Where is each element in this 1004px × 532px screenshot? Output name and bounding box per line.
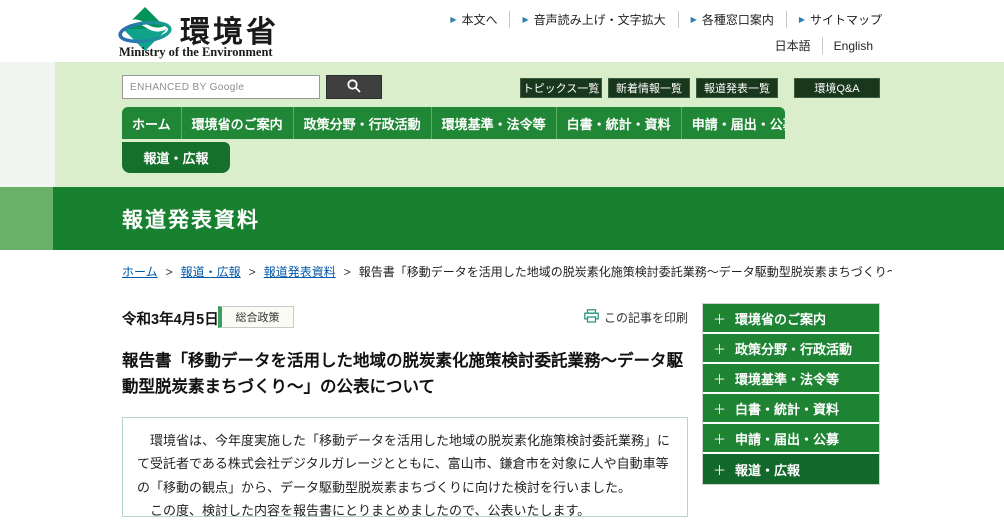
page-banner-left-strip — [0, 187, 53, 250]
nav-item-applications[interactable]: 申請・届出・公募 — [681, 107, 785, 139]
sidebar-item-label: 白書・統計・資料 — [735, 399, 839, 418]
sidebar-item-label: 報道・広報 — [735, 460, 800, 479]
arrow-right-icon: ▶ — [799, 15, 805, 24]
page-title: 報道発表資料 — [122, 187, 260, 250]
printer-icon — [584, 309, 604, 326]
environment-qa-button[interactable]: 環境Q&A — [794, 78, 880, 98]
nav-item-standards[interactable]: 環境基準・法令等 — [431, 107, 556, 139]
plus-icon: ＋ — [713, 429, 726, 448]
arrow-right-icon: ▶ — [522, 15, 528, 24]
breadcrumb-current-page: 報告書「移動データを活用した地域の脱炭素化施策検討委託業務〜データ駆動型脱炭素ま… — [359, 263, 892, 280]
arrow-right-icon: ▶ — [691, 15, 697, 24]
utility-link-label: 本文へ — [461, 11, 497, 28]
quick-links: トピックス一覧 新着情報一覧 報道発表一覧 環境Q&A — [520, 78, 880, 98]
article-meta-row: 令和3年4月5日 総合政策 この記事を印刷 — [122, 306, 688, 332]
sidebar-item-label: 政策分野・行政活動 — [735, 339, 852, 358]
search-icon — [346, 78, 362, 97]
print-article-link[interactable]: この記事を印刷 — [584, 309, 688, 326]
global-nav: ホーム 環境省のご案内 政策分野・行政活動 環境基準・法令等 白書・統計・資料 … — [122, 107, 785, 139]
category-badge[interactable]: 総合政策 — [218, 306, 294, 328]
utility-links: ▶ 本文へ ▶ 音声読み上げ・文字拡大 ▶ 各種窓口案内 ▶ サイトマップ — [438, 11, 882, 28]
nav-item-home[interactable]: ホーム — [122, 107, 181, 139]
sidebar-item-label: 環境省のご案内 — [735, 309, 826, 328]
article-title: 報告書「移動データを活用した地域の脱炭素化施策検討委託業務〜データ駆動型脱炭素ま… — [122, 349, 692, 400]
breadcrumb-press[interactable]: 報道・広報 — [181, 263, 241, 280]
sidebar-item-about[interactable]: ＋ 環境省のご案内 — [703, 304, 879, 334]
left-margin-strip — [0, 62, 55, 187]
nav-item-about[interactable]: 環境省のご案内 — [181, 107, 293, 139]
sidebar-item-standards[interactable]: ＋ 環境基準・法令等 — [703, 364, 879, 394]
site-header: 環境省 Ministry of the Environment ▶ 本文へ ▶ … — [0, 0, 1004, 62]
link-voice-textsize[interactable]: ▶ 音声読み上げ・文字拡大 — [510, 11, 678, 28]
search-button[interactable] — [326, 75, 382, 99]
lang-japanese[interactable]: 日本語 — [764, 37, 823, 54]
breadcrumb-separator: > — [249, 265, 256, 279]
lang-english[interactable]: English — [823, 39, 884, 53]
summary-paragraph: 環境省は、今年度実施した「移動データを活用した地域の脱炭素化施策検討委託業務」に… — [137, 429, 673, 499]
utility-link-label: サイトマップ — [810, 11, 882, 28]
breadcrumb-separator: > — [344, 265, 351, 279]
utility-link-label: 音声読み上げ・文字拡大 — [534, 11, 666, 28]
link-sitemap[interactable]: ▶ サイトマップ — [787, 11, 882, 28]
nav-item-whitepaper[interactable]: 白書・統計・資料 — [556, 107, 681, 139]
sidebar-item-applications[interactable]: ＋ 申請・届出・公募 — [703, 424, 879, 454]
sidebar-nav: ＋ 環境省のご案内 ＋ 政策分野・行政活動 ＋ 環境基準・法令等 ＋ 白書・統計… — [702, 303, 880, 485]
arrow-right-icon: ▶ — [450, 15, 456, 24]
topics-list-button[interactable]: トピックス一覧 — [520, 78, 602, 98]
nav-item-press[interactable]: 報道・広報 — [122, 142, 230, 173]
sidebar-item-label: 申請・届出・公募 — [735, 429, 839, 448]
sidebar-item-label: 環境基準・法令等 — [735, 369, 839, 388]
breadcrumb-separator: > — [166, 265, 173, 279]
sidebar-item-policy[interactable]: ＋ 政策分野・行政活動 — [703, 334, 879, 364]
plus-icon: ＋ — [713, 369, 726, 388]
link-to-main-content[interactable]: ▶ 本文へ — [438, 11, 510, 28]
nav-item-policy[interactable]: 政策分野・行政活動 — [293, 107, 431, 139]
moe-logo[interactable]: 環境省 Ministry of the Environment — [118, 3, 438, 61]
press-release-list-button[interactable]: 報道発表一覧 — [696, 78, 778, 98]
sidebar-item-whitepaper[interactable]: ＋ 白書・統計・資料 — [703, 394, 879, 424]
plus-icon: ＋ — [713, 339, 726, 358]
print-label: この記事を印刷 — [604, 309, 688, 326]
plus-icon: ＋ — [713, 399, 726, 418]
new-info-list-button[interactable]: 新着情報一覧 — [608, 78, 690, 98]
search-input[interactable] — [122, 75, 320, 99]
article-date: 令和3年4月5日 — [122, 308, 219, 329]
plus-icon: ＋ — [713, 309, 726, 328]
breadcrumb-press-release[interactable]: 報道発表資料 — [264, 263, 336, 280]
agency-name-en: Ministry of the Environment — [119, 45, 273, 60]
breadcrumb: ホーム > 報道・広報 > 報道発表資料 > 報告書「移動データを活用した地域の… — [122, 263, 892, 280]
article-summary-box: 環境省は、今年度実施した「移動データを活用した地域の脱炭素化施策検討委託業務」に… — [122, 417, 688, 517]
utility-link-label: 各種窓口案内 — [702, 11, 774, 28]
summary-paragraph: この度、検討した内容を報告書にとりまとめましたので、公表いたします。 — [137, 499, 673, 522]
link-contact-info[interactable]: ▶ 各種窓口案内 — [679, 11, 787, 28]
language-switcher: 日本語 English — [764, 37, 884, 54]
sidebar-item-press[interactable]: ＋ 報道・広報 — [703, 454, 879, 484]
plus-icon: ＋ — [713, 460, 726, 479]
breadcrumb-home[interactable]: ホーム — [122, 263, 158, 280]
